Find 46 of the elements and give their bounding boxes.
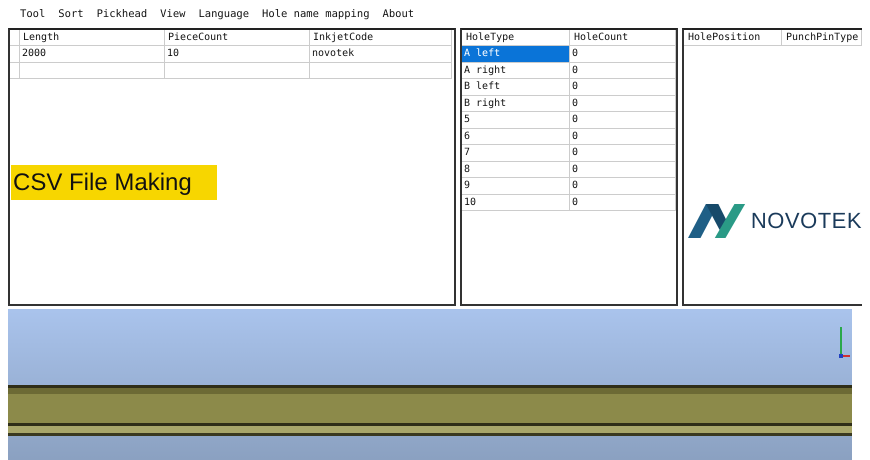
menu-item[interactable]: Language	[198, 8, 250, 20]
row-header[interactable]	[10, 62, 20, 79]
menu-item[interactable]: About	[382, 8, 414, 20]
table-cell[interactable]: 7	[462, 145, 570, 162]
logo-icon	[688, 202, 747, 240]
table-cell[interactable]: 0	[570, 96, 676, 112]
column-header[interactable]: PunchPinType	[782, 30, 862, 46]
menu-item[interactable]: Pickhead	[96, 8, 148, 20]
column-header[interactable]: PieceCount	[165, 30, 310, 46]
table-cell[interactable]: 6	[462, 128, 570, 145]
table-cell[interactable]: 9	[462, 178, 570, 194]
column-header[interactable]: InkjetCode	[310, 30, 452, 46]
empty-table-cell[interactable]	[310, 62, 452, 79]
column-header[interactable]: HolePosition	[684, 30, 782, 46]
table-cell[interactable]: A left	[462, 46, 570, 62]
logo-text: NOVOTEK	[750, 208, 862, 234]
table-cell[interactable]: 2000	[20, 46, 165, 62]
column-header[interactable]: HoleCount	[570, 30, 676, 46]
axis-icon	[838, 325, 850, 359]
table-cell[interactable]: 0	[570, 79, 676, 96]
table-cell[interactable]: B left	[462, 79, 570, 96]
table-cell[interactable]: B right	[462, 96, 570, 112]
table-cell[interactable]: 8	[462, 162, 570, 178]
table-cell[interactable]: 0	[570, 128, 676, 145]
corner-header[interactable]	[10, 30, 20, 46]
menu-item[interactable]: View	[160, 8, 186, 20]
row-header[interactable]	[10, 46, 20, 62]
menu-item[interactable]: Tool	[20, 8, 46, 20]
table-cell[interactable]: 0	[570, 178, 676, 194]
table-cell[interactable]: 0	[570, 145, 676, 162]
table-cell[interactable]: 0	[570, 112, 676, 128]
table-cell[interactable]: 0	[570, 162, 676, 178]
empty-table-cell[interactable]	[165, 62, 310, 79]
table-cell[interactable]: 0	[570, 46, 676, 62]
table-cell[interactable]: 10	[165, 46, 310, 62]
menu-item[interactable]: Hole name mapping	[262, 8, 370, 20]
table-cell[interactable]: 5	[462, 112, 570, 128]
table-cell[interactable]: A right	[462, 62, 570, 79]
table-cell[interactable]: novotek	[310, 46, 452, 62]
column-header[interactable]: Length	[20, 30, 165, 46]
empty-table-cell[interactable]	[20, 62, 165, 79]
caption-label: CSV File Making	[11, 165, 217, 200]
table-cell[interactable]: 10	[462, 194, 570, 211]
menu-item[interactable]: Sort	[58, 8, 84, 20]
table-cell[interactable]: 0	[570, 194, 676, 211]
table-cell[interactable]: 0	[570, 62, 676, 79]
